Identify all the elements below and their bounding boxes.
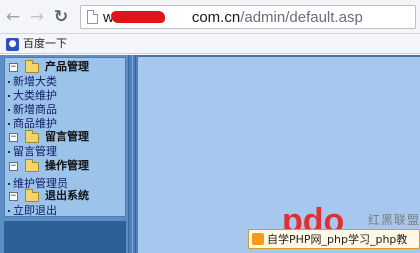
folder-icon: [25, 189, 39, 202]
menu-link-add-category[interactable]: 新增大类: [13, 75, 57, 88]
forward-arrow-icon[interactable]: →: [28, 8, 46, 26]
bullet-icon: [8, 109, 10, 111]
redaction-scribble: [111, 11, 165, 23]
bullet-icon: [8, 151, 10, 153]
group-title: 产品管理: [45, 60, 89, 73]
collapse-toggle-icon[interactable]: −: [9, 162, 18, 171]
group-title: 退出系统: [45, 189, 89, 202]
folder-icon: [25, 159, 39, 172]
sidebar-footer: [4, 221, 126, 253]
address-bar[interactable]: www.com.cn/admin/default.asp: [80, 5, 416, 29]
sidebar-frame-outer: − 产品管理 新增大类 大类维护 新增商品 商品维护 − 留言管理 留言管理 −…: [0, 55, 128, 253]
collapse-toggle-icon[interactable]: −: [9, 63, 18, 72]
watermark-site-name: 红黑联盟: [368, 213, 420, 227]
collapse-toggle-icon[interactable]: −: [9, 192, 18, 201]
group-title: 留言管理: [45, 130, 89, 143]
bookmark-label: 百度一下: [23, 37, 67, 50]
sidebar-menu: − 产品管理 新增大类 大类维护 新增商品 商品维护 − 留言管理 留言管理 −…: [4, 57, 126, 217]
bullet-icon: [8, 81, 10, 83]
browser-toolbar: ← → ↻ www.com.cn/admin/default.asp: [0, 0, 420, 34]
baidu-paw-icon: ●: [6, 37, 19, 51]
menu-link-messages[interactable]: 留言管理: [13, 145, 57, 158]
folder-icon: [25, 60, 39, 73]
frame-splitter[interactable]: [128, 55, 138, 253]
menu-link-add-product[interactable]: 新增商品: [13, 103, 57, 116]
back-arrow-icon[interactable]: ←: [4, 8, 22, 26]
page-icon: [87, 10, 98, 24]
collapse-toggle-icon[interactable]: −: [9, 133, 18, 142]
php-banner-text: 自学PHP网_php学习_php教: [267, 233, 408, 246]
reload-icon[interactable]: ↻: [52, 8, 70, 26]
bookmarks-bar: ● 百度一下: [0, 34, 420, 54]
menu-link-maintain-product[interactable]: 商品维护: [13, 117, 57, 130]
bullet-icon: [8, 183, 10, 185]
url-path: /admin/default.asp: [240, 9, 363, 26]
url-host: com.cn: [191, 9, 241, 26]
menu-link-logout[interactable]: 立即退出: [13, 204, 57, 217]
bullet-icon: [8, 95, 10, 97]
folder-icon: [25, 130, 39, 143]
group-title: 操作管理: [45, 159, 89, 172]
bookmark-baidu[interactable]: ● 百度一下: [6, 37, 67, 51]
php-watermark-banner[interactable]: 自学PHP网_php学习_php教: [248, 229, 420, 249]
bullet-icon: [8, 123, 10, 125]
php-logo-icon: [252, 233, 264, 245]
splitter-grip[interactable]: [132, 55, 136, 253]
menu-link-maintain-category[interactable]: 大类维护: [13, 89, 57, 102]
bullet-icon: [8, 210, 10, 212]
